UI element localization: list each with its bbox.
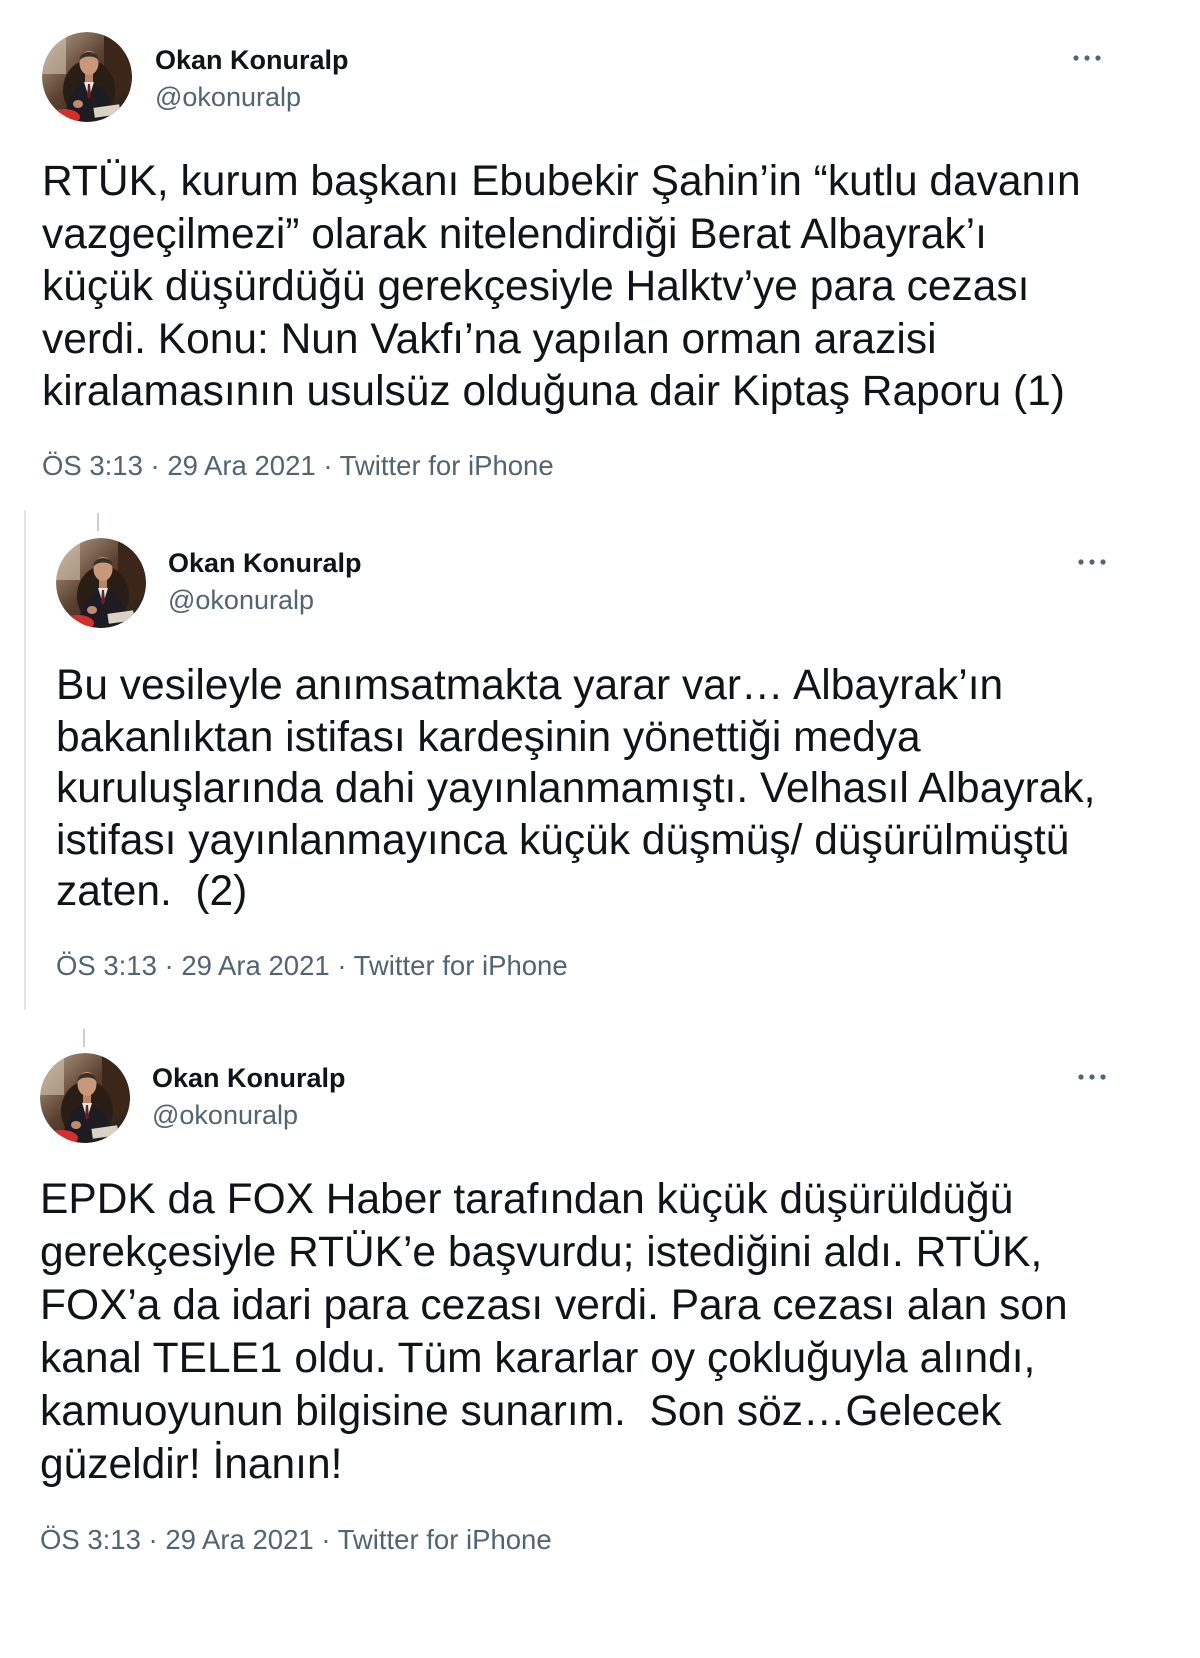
tweet[interactable]: Okan Konuralp @okonuralp RTÜK, kurum baş… (0, 20, 1200, 490)
author-name[interactable]: Okan Konuralp (152, 1062, 346, 1094)
more-icon[interactable] (1077, 1072, 1107, 1082)
tweet-source[interactable]: Twitter for iPhone (340, 450, 554, 481)
tweet-timestamp[interactable]: ÖS 3:13 · 29 Ara 2021 (42, 450, 316, 481)
more-icon[interactable] (1072, 53, 1102, 63)
tweet-meta: ÖS 3:13 · 29 Ara 2021 · Twitter for iPho… (42, 449, 554, 483)
profile-photo-image (42, 32, 132, 122)
tweet[interactable]: Okan Konuralp @okonuralp Bu vesileyle an… (0, 505, 1200, 1010)
tweet-text: Bu vesileyle anımsatmakta yarar var… Alb… (56, 660, 1095, 918)
avatar[interactable] (40, 1053, 130, 1143)
meta-separator: · (337, 950, 347, 981)
tweet-text-line: verdi. Konu: Nun Vakfı’na yapılan orman … (42, 315, 937, 363)
thread-connector (83, 1029, 85, 1047)
tweet-text: RTÜK, kurum başkanı Ebubekir Şahin’in “k… (42, 156, 1081, 419)
tweet-text-line: zaten. (2) (56, 868, 248, 915)
tweet-text-line: RTÜK, kurum başkanı Ebubekir Şahin’in “k… (42, 158, 1081, 205)
meta-separator: · (321, 1524, 331, 1555)
tweet-text: EPDK da FOX Haber tarafından küçük düşür… (40, 1173, 1068, 1491)
tweet-text-line: istifası yayınlanmayınca küçük düşmüş/ d… (56, 816, 1070, 864)
tweet-text-line: kanal TELE1 oldu. Tüm kararlar oy çokluğ… (40, 1335, 1036, 1382)
tweet-text-line: bakanlıktan istifası kardeşinin yönettiğ… (56, 713, 921, 761)
tweet-meta: ÖS 3:13 · 29 Ara 2021 · Twitter for iPho… (56, 949, 568, 983)
meta-separator: · (323, 450, 333, 481)
tweet-text-line: kamuoyunun bilgisine sunarım. Son söz…Ge… (40, 1388, 1002, 1435)
tweet-text-line: Bu vesileyle anımsatmakta yarar var… Alb… (56, 662, 1004, 709)
author-name[interactable]: Okan Konuralp (168, 547, 362, 579)
avatar[interactable] (42, 32, 132, 122)
tweet-timestamp[interactable]: ÖS 3:13 · 29 Ara 2021 (56, 950, 330, 981)
tweet-text-line: vazgeçilmezi” olarak nitelendirdiği Bera… (42, 210, 987, 258)
tweet[interactable]: Okan Konuralp @okonuralp EPDK da FOX Hab… (0, 1025, 1200, 1565)
tweet-text-line: kuruluşlarında dahi yayınlanmamıştı. Vel… (56, 765, 1096, 812)
thread-border (24, 510, 26, 1010)
profile-photo-image (40, 1053, 130, 1143)
tweet-meta: ÖS 3:13 · 29 Ara 2021 · Twitter for iPho… (40, 1523, 552, 1557)
avatar[interactable] (56, 538, 146, 628)
tweet-text-line: EPDK da FOX Haber tarafından küçük düşür… (40, 1176, 1014, 1223)
tweet-timestamp[interactable]: ÖS 3:13 · 29 Ara 2021 (40, 1524, 314, 1555)
tweet-text-line: güzeldir! İnanın! (40, 1441, 343, 1488)
thread-connector (97, 513, 99, 531)
author-handle[interactable]: @okonuralp (152, 1099, 298, 1131)
more-icon[interactable] (1077, 557, 1107, 567)
tweet-text-line: FOX’a da idari para cezası verdi. Para c… (40, 1282, 1068, 1329)
tweet-source[interactable]: Twitter for iPhone (338, 1524, 552, 1555)
author-handle[interactable]: @okonuralp (168, 584, 314, 616)
tweet-text-line: kiralamasının usulsüz olduğuna dair Kipt… (42, 368, 1065, 415)
tweet-source[interactable]: Twitter for iPhone (354, 950, 568, 981)
author-name[interactable]: Okan Konuralp (155, 44, 349, 76)
tweet-text-line: gerekçesiyle RTÜK’e başvurdu; istediğini… (40, 1229, 1043, 1276)
profile-photo-image (56, 538, 146, 628)
author-handle[interactable]: @okonuralp (155, 81, 301, 113)
tweet-text-line: küçük düşürdüğü gerekçesiyle Halktv’ye p… (42, 263, 1030, 310)
